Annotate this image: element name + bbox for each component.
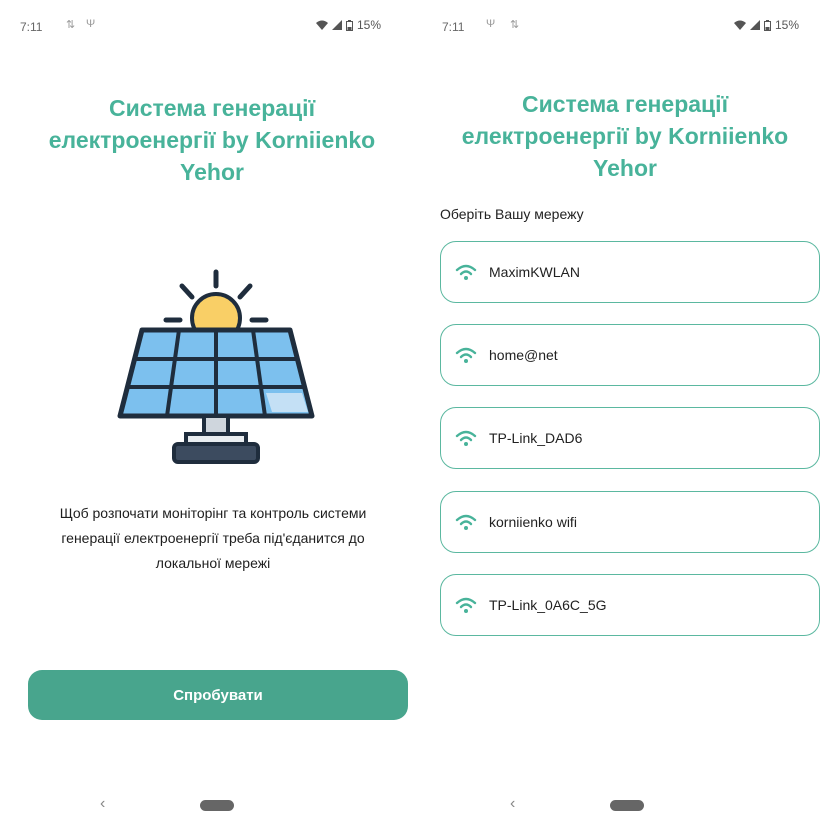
- antenna-icon: Ψ: [86, 18, 96, 30]
- network-item[interactable]: TP-Link_DAD6: [440, 407, 820, 469]
- app-title: Система генерації електроенергії by Korn…: [424, 88, 826, 184]
- title-line: Yehor: [593, 155, 657, 181]
- network-name: korniienko wifi: [489, 514, 577, 530]
- status-time: 7:11: [20, 20, 43, 34]
- try-button[interactable]: Спробувати: [28, 670, 408, 720]
- home-pill[interactable]: [610, 800, 644, 811]
- title-line: електроенергії by Korniienko: [48, 127, 376, 153]
- back-icon[interactable]: ‹: [100, 796, 105, 812]
- navigation-bar: ‹: [424, 796, 826, 816]
- network-item[interactable]: TP-Link_0A6C_5G: [440, 574, 820, 636]
- title-line: Yehor: [180, 159, 244, 185]
- welcome-screen: 7:11 ⇅ Ψ 15% Система генерації електроен…: [0, 0, 424, 816]
- signal-icon: [750, 20, 760, 30]
- wifi-icon: [455, 430, 477, 446]
- network-name: TP-Link_0A6C_5G: [489, 597, 607, 613]
- wifi-status-icon: [316, 20, 328, 30]
- status-bar: 7:11 ⇅ Ψ 15%: [0, 0, 424, 40]
- title-line: електроенергії by Korniienko: [461, 123, 789, 149]
- network-name: home@net: [489, 347, 558, 363]
- network-name: TP-Link_DAD6: [489, 430, 583, 446]
- title-line: Система генерації: [108, 95, 316, 121]
- try-button-label: Спробувати: [173, 686, 263, 704]
- back-icon[interactable]: ‹: [510, 796, 515, 812]
- description-line: Щоб розпочати моніторінг та контроль сис…: [59, 505, 367, 521]
- description-line: локальної мережі: [155, 555, 271, 571]
- sync-icon: ⇅: [510, 19, 520, 31]
- description-text: Щоб розпочати моніторінг та контроль сис…: [16, 501, 410, 576]
- battery-icon: [764, 19, 771, 31]
- battery-icon: [346, 19, 353, 31]
- navigation-bar: ‹: [0, 796, 424, 816]
- solar-panel-sun-icon: [117, 269, 315, 464]
- status-bar: 7:11 Ψ ⇅ 15%: [424, 0, 826, 40]
- network-item[interactable]: MaximKWLAN: [440, 241, 820, 303]
- wifi-icon: [455, 514, 477, 530]
- app-title: Система генерації електроенергії by Korn…: [0, 92, 424, 188]
- network-item[interactable]: home@net: [440, 324, 820, 386]
- home-pill[interactable]: [200, 800, 234, 811]
- antenna-icon: Ψ: [486, 18, 496, 30]
- description-line: генерації електроенергії треба під'єдани…: [61, 530, 365, 546]
- wifi-icon: [455, 264, 477, 280]
- network-select-screen: 7:11 Ψ ⇅ 15% Система генерації електроен…: [424, 0, 826, 816]
- title-line: Система генерації: [521, 91, 729, 117]
- wifi-icon: [455, 347, 477, 363]
- wifi-icon: [455, 597, 477, 613]
- battery-percent: 15%: [775, 18, 800, 32]
- choose-network-label: Оберіть Вашу мережу: [440, 206, 584, 222]
- battery-percent: 15%: [357, 18, 382, 32]
- status-time: 7:11: [442, 20, 465, 34]
- signal-icon: [332, 20, 342, 30]
- network-item[interactable]: korniienko wifi: [440, 491, 820, 553]
- wifi-status-icon: [734, 20, 746, 30]
- network-name: MaximKWLAN: [489, 264, 581, 280]
- sync-icon: ⇅: [66, 19, 76, 31]
